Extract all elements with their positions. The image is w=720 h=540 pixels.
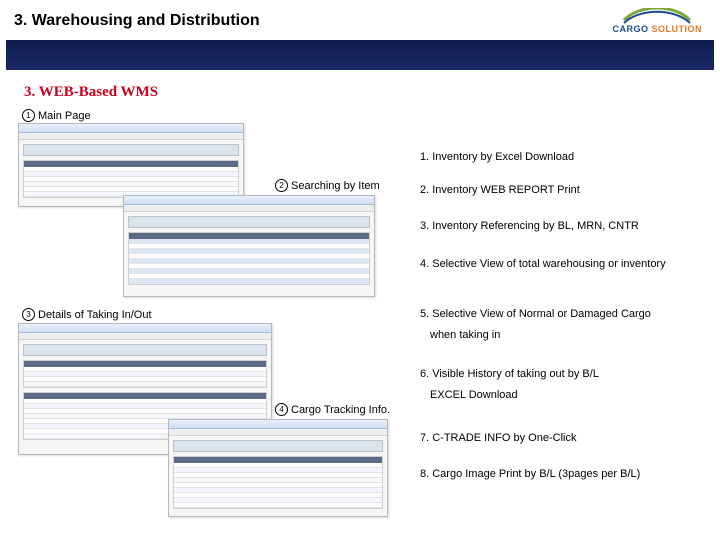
feature-5: 5. Selective View of Normal or Damaged C… [420,307,651,344]
caption-searching-by-item: 2 Searching by Item [275,179,380,192]
logo-text: CARGO SOLUTION [612,24,702,34]
screenshot-cargo-tracking [168,419,388,517]
header-band [6,40,714,70]
screenshot-searching-item [123,195,375,297]
circled-3-icon: 3 [22,308,35,321]
feature-8: 8. Cargo Image Print by B/L (3pages per … [420,467,640,482]
feature-7: 7. C-TRADE INFO by One-Click [420,431,576,446]
caption-main-page: 1 Main Page [22,109,91,122]
feature-6: 6. Visible History of taking out by B/L … [420,367,599,404]
circled-2-icon: 2 [275,179,288,192]
caption-details-in-out: 3 Details of Taking In/Out [22,308,152,321]
circled-4-icon: 4 [275,403,288,416]
brand-logo: CARGO SOLUTION [612,8,702,34]
feature-1: 1. Inventory by Excel Download [420,150,574,165]
circled-1-icon: 1 [22,109,35,122]
feature-4: 4. Selective View of total warehousing o… [420,257,666,272]
section-subtitle: 3. WEB-Based WMS [24,84,720,101]
feature-3: 3. Inventory Referencing by BL, MRN, CNT… [420,219,639,234]
page-title: 3. Warehousing and Distribution [14,12,260,30]
caption-cargo-tracking: 4 Cargo Tracking Info. [275,403,390,416]
feature-2: 2. Inventory WEB REPORT Print [420,183,580,198]
